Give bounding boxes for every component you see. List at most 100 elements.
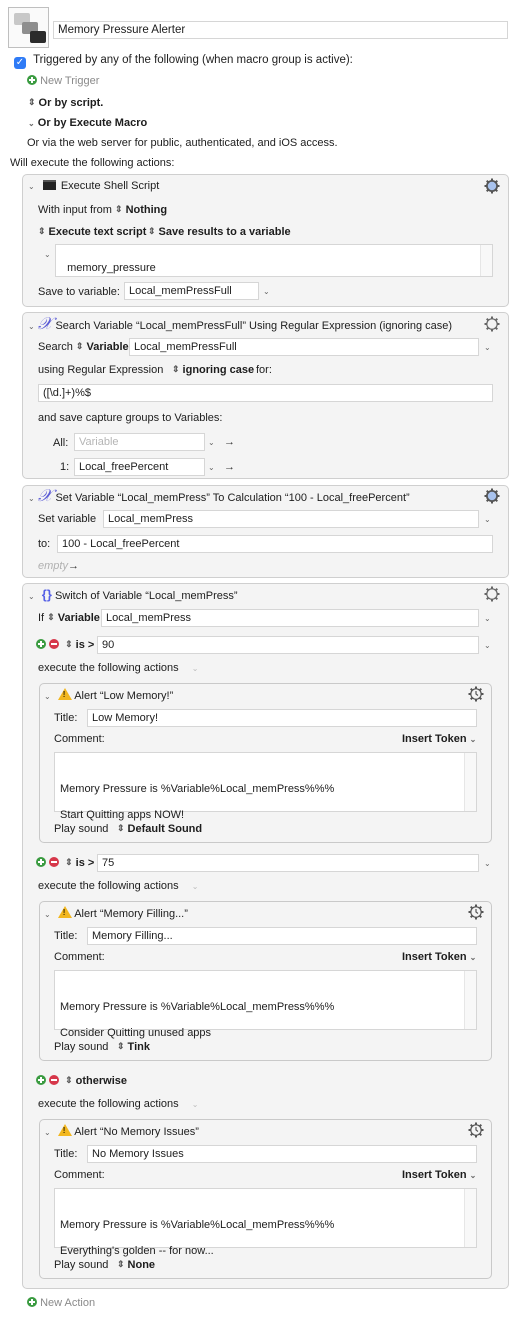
updown-icon: ⇕ xyxy=(117,1259,125,1269)
switch-variable-dropdown-icon[interactable]: ⌄ xyxy=(484,614,491,623)
variable-x-icon: 𝒳 xyxy=(37,486,53,506)
collapse-chevron-icon[interactable]: ⌄ xyxy=(44,910,51,919)
collapse-chevron-icon[interactable]: ⌄ xyxy=(28,322,35,331)
warning-icon xyxy=(57,688,72,700)
gear-icon[interactable] xyxy=(468,904,484,920)
case-value-dropdown-icon[interactable]: ⌄ xyxy=(484,641,491,650)
case-operator-popup[interactable]: ⇕ otherwise xyxy=(65,1075,127,1087)
execute-following-label: execute the following actions ⌄ xyxy=(38,662,199,674)
search-variable-dropdown-icon[interactable]: ⌄ xyxy=(484,343,491,352)
execute-following-label: execute the following actions ⌄ xyxy=(38,880,199,892)
switch-action-header: ⌄ {} Switch of Variable “Local_memPress” xyxy=(28,587,238,602)
save-to-variable-field[interactable]: Local_memPressFull xyxy=(124,282,259,300)
insert-token-button[interactable]: Insert Token ⌄ xyxy=(402,1169,476,1181)
insert-token-button[interactable]: Insert Token ⌄ xyxy=(402,733,476,745)
alert-title-field[interactable]: Memory Filling... xyxy=(87,927,477,945)
web-server-label: Or via the web server for public, authen… xyxy=(27,137,338,149)
case-value-field[interactable]: 90 xyxy=(97,636,479,654)
collapse-chevron-icon[interactable]: ⌄ xyxy=(44,692,51,701)
trigger-label: Triggered by any of the following (when … xyxy=(33,54,353,66)
alert-title-label: Title: xyxy=(54,1148,78,1160)
case-operator-popup[interactable]: ⇕ is > xyxy=(65,639,94,651)
sound-popup[interactable]: ⇕ Default Sound xyxy=(117,823,202,835)
gear-icon[interactable] xyxy=(484,586,500,602)
or-by-script-toggle[interactable]: ⇕ Or by script. xyxy=(28,97,103,109)
calculation-field[interactable]: 100 - Local_freePercent xyxy=(57,535,493,553)
gear-icon[interactable] xyxy=(468,686,484,702)
group1-variable-field[interactable]: Local_freePercent xyxy=(74,458,205,476)
remove-case-icon[interactable] xyxy=(49,639,60,649)
insert-token-button[interactable]: Insert Token ⌄ xyxy=(402,951,476,963)
group1-dropdown-icon[interactable]: ⌄ xyxy=(208,463,215,472)
regex-field[interactable]: ([\d.]+)%$ xyxy=(38,384,493,402)
switch-variable-field[interactable]: Local_memPress xyxy=(101,609,479,627)
case-row: ⇕ otherwise xyxy=(36,1075,127,1087)
script-expand-chevron-icon[interactable]: ⌄ xyxy=(44,250,51,259)
sound-popup[interactable]: ⇕ None xyxy=(117,1259,155,1271)
gear-icon[interactable] xyxy=(484,178,500,194)
using-regex-label: using Regular Expression xyxy=(38,364,164,376)
trigger-checkbox[interactable]: ✓ xyxy=(14,57,26,69)
to-label: to: xyxy=(38,538,51,550)
remove-case-icon[interactable] xyxy=(49,857,60,867)
chevron-down-icon[interactable]: ⌄ xyxy=(192,882,199,891)
alert-header: ⌄ Alert “Low Memory!” xyxy=(44,688,173,702)
scrollbar[interactable] xyxy=(464,753,476,811)
add-case-icon[interactable] xyxy=(36,1075,46,1085)
add-icon xyxy=(27,1297,37,1307)
or-by-execute-macro-toggle[interactable]: ⌄ Or by Execute Macro xyxy=(28,117,147,129)
new-trigger-button[interactable]: New Trigger xyxy=(27,75,99,87)
alert-comment-textarea[interactable]: Memory Pressure is %Variable%Local_memPr… xyxy=(54,970,477,1039)
collapse-chevron-icon[interactable]: ⌄ xyxy=(28,592,35,601)
new-action-button[interactable]: New Action xyxy=(27,1297,95,1309)
collapse-chevron-icon[interactable]: ⌄ xyxy=(44,1128,51,1137)
save-mode-popup[interactable]: ⇕ Save results to a variable xyxy=(148,226,291,238)
group1-label: 1: xyxy=(60,461,70,473)
add-case-icon[interactable] xyxy=(36,857,46,867)
scrollbar[interactable] xyxy=(480,245,492,276)
alert-comment-label: Comment: xyxy=(54,1169,105,1181)
save-to-dropdown-icon[interactable]: ⌄ xyxy=(263,287,270,296)
updown-icon: ⇕ xyxy=(117,823,125,833)
alert-comment-textarea[interactable]: Memory Pressure is %Variable%Local_memPr… xyxy=(54,752,477,821)
chevron-down-icon[interactable]: ⌄ xyxy=(192,1100,199,1109)
scrollbar[interactable] xyxy=(464,1189,476,1247)
chevron-down-icon: ⌄ xyxy=(28,119,35,128)
sound-popup[interactable]: ⇕ Tink xyxy=(117,1041,150,1053)
gear-icon[interactable] xyxy=(468,1122,484,1138)
collapse-chevron-icon[interactable]: ⌄ xyxy=(28,494,35,503)
scrollbar[interactable] xyxy=(464,971,476,1029)
empty-result-row[interactable]: empty→ xyxy=(38,560,79,572)
macro-icon[interactable] xyxy=(8,7,49,48)
set-variable-field[interactable]: Local_memPress xyxy=(103,510,479,528)
set-variable-label: Set variable xyxy=(38,513,97,525)
search-variable-field[interactable]: Local_memPressFull xyxy=(129,338,479,356)
script-textarea[interactable]: memory_pressure xyxy=(55,244,493,277)
search-source-popup[interactable]: ⇕ Variable xyxy=(76,341,129,353)
play-sound-label: Play sound xyxy=(54,823,109,835)
chevron-down-icon[interactable]: ⌄ xyxy=(192,664,199,673)
set-variable-dropdown-icon[interactable]: ⌄ xyxy=(484,515,491,524)
case-value-field[interactable]: 75 xyxy=(97,854,479,872)
all-variable-field[interactable]: Variable xyxy=(74,433,205,451)
gear-icon[interactable] xyxy=(484,316,500,332)
add-case-icon[interactable] xyxy=(36,639,46,649)
all-variable-dropdown-icon[interactable]: ⌄ xyxy=(208,438,215,447)
alert-comment-textarea[interactable]: Memory Pressure is %Variable%Local_memPr… xyxy=(54,1188,477,1257)
case-mode-popup[interactable]: ⇕ ignoring case xyxy=(172,364,254,376)
updown-icon: ⇕ xyxy=(28,97,36,107)
collapse-chevron-icon[interactable]: ⌄ xyxy=(28,182,35,191)
shell-action-header: ⌄ Execute Shell Script xyxy=(28,180,160,192)
remove-case-icon[interactable] xyxy=(49,1075,60,1085)
case-value-dropdown-icon[interactable]: ⌄ xyxy=(484,859,491,868)
alert-title-field[interactable]: No Memory Issues xyxy=(87,1145,477,1163)
if-source-popup[interactable]: ⇕ Variable xyxy=(47,612,100,624)
updown-icon: ⇕ xyxy=(148,226,156,236)
alert-title-field[interactable]: Low Memory! xyxy=(87,709,477,727)
chevron-down-icon: ⌄ xyxy=(469,953,477,962)
case-operator-popup[interactable]: ⇕ is > xyxy=(65,857,94,869)
execute-mode-popup[interactable]: ⇕ Execute text script xyxy=(38,226,146,238)
macro-name-field[interactable]: Memory Pressure Alerter xyxy=(53,21,508,39)
gear-icon[interactable] xyxy=(484,488,500,504)
input-source-popup[interactable]: ⇕ Nothing xyxy=(115,204,167,216)
